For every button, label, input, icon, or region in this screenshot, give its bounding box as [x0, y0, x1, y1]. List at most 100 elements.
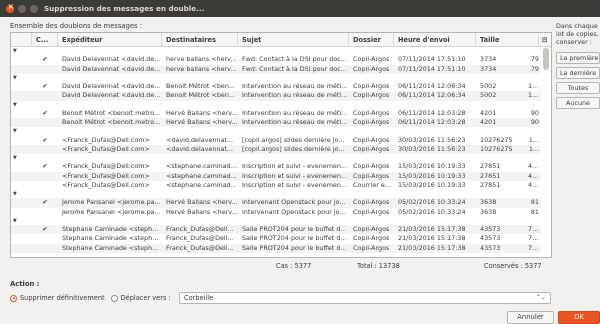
table-cell: David Delavennat <david.del... [62, 55, 162, 64]
table-cell: Hervé Ballans <herv... [166, 108, 238, 117]
table-row[interactable]: ✔ Jerome Pansanel <jerome.pa... Hervé Ball… [11, 198, 541, 208]
keep-check-cell[interactable]: ✔ [35, 225, 55, 234]
expand-arrow-icon[interactable]: ▼ [13, 47, 17, 55]
keep-all-button[interactable]: Toutes [556, 82, 600, 94]
column-header-recipients[interactable]: Destinataires [162, 33, 238, 47]
column-header-subject[interactable]: Sujet [238, 33, 349, 47]
table-cell: Copil-Argos [353, 144, 390, 153]
keep-none-button[interactable]: Aucune [556, 97, 600, 109]
column-header-expand[interactable] [11, 33, 32, 47]
table-cell: Franck_Dufas@Dell... [166, 234, 234, 243]
table-row[interactable]: Jerome Pansanel <jerome.pa... Hervé Balla… [11, 208, 541, 217]
scrollbar-thumb[interactable] [543, 48, 549, 70]
group-row[interactable]: ▼ [11, 154, 541, 162]
table-cell: Courrier e... [353, 180, 391, 189]
table-row[interactable]: ✔ David Delavennat <david.del... Benoit Mé… [11, 82, 541, 91]
table-cell: <stephane.caminad... [166, 171, 237, 180]
keep-first-button[interactable]: La première [556, 52, 600, 64]
table-cell: Copil-Argos [353, 207, 390, 216]
column-header-keep[interactable]: C... [32, 33, 58, 47]
minimize-window-icon[interactable] [18, 4, 26, 13]
delete-permanently-radio[interactable] [10, 294, 17, 302]
column-picker-icon[interactable]: ⊟ [539, 33, 551, 47]
keep-check-cell[interactable]: ✔ [35, 162, 55, 171]
table-row[interactable]: Benoit Métrot <benoit.metro... Hervé Ball… [11, 118, 541, 128]
table-row[interactable]: <Franck_Dufas@Dell.com> <stephane.caminad… [11, 171, 541, 181]
table-cell: Salle PROT204 pour le buffet d... [242, 234, 347, 243]
table-row[interactable]: <Franck_Dufas@Dell.com> <stephane.caminad… [11, 181, 541, 190]
keep-last-button[interactable]: La dernière [556, 67, 600, 79]
keep-check-cell[interactable]: ✔ [35, 136, 55, 145]
group-row[interactable]: ▼ [11, 217, 541, 225]
table-cell: <Franck_Dufas@Dell.com> [62, 162, 150, 171]
column-header-size[interactable]: Taille [476, 33, 539, 47]
column-header-folder[interactable]: Dossier [349, 33, 394, 47]
keep-policy-label: Dans chaque lot de copies, conserver : [556, 22, 599, 46]
table-row[interactable]: ✔ David Delavennat <david.del... herve bal… [11, 55, 541, 64]
table-cell: 21/03/2016 15:17:38 [398, 225, 466, 234]
group-row[interactable]: ▼ [11, 190, 541, 198]
table-row[interactable]: ✔ Stephane Caminade <stepha... Franck_Dufa… [11, 225, 541, 235]
table-row[interactable]: ✔ Benoit Métrot <benoit.metro... Hervé Bal… [11, 109, 541, 118]
table-cell: 81 [530, 207, 539, 216]
ok-button[interactable]: OK [558, 311, 600, 324]
table-cell: Franck_Dufas@Dell... [166, 243, 234, 252]
table-row[interactable]: ✔ <Franck_Dufas@Dell.com> <david.delavenna… [11, 136, 541, 145]
chevron-updown-icon: ⌃⌄ [535, 294, 546, 301]
action-label: Action : [10, 280, 40, 288]
maximize-window-icon[interactable] [30, 4, 38, 13]
summary-cases: Cas : 5377 [276, 262, 312, 270]
table-row[interactable]: <Franck_Dufas@Dell.com> <david.delavennat… [11, 144, 541, 155]
table-cell: Copil-Argos [353, 64, 390, 73]
table-cell: 4201 [480, 118, 497, 127]
table-cell: Copil-Argos [353, 171, 390, 180]
table-cell: Intervention au réseau de méti... [242, 91, 348, 100]
delete-permanently-label[interactable]: Supprimer définitivement [20, 294, 105, 302]
move-to-label[interactable]: Déplacer vers : [121, 294, 171, 302]
cancel-button[interactable]: Annuler [507, 311, 554, 324]
table-row[interactable]: Stephane Caminade <stepha... Franck_Dufas… [11, 243, 541, 253]
group-row[interactable]: ▼ [11, 127, 541, 135]
table-cell: Hervé Ballans <herv... [166, 207, 238, 216]
table-cell: Inscription et suivi - evenemen... [242, 162, 347, 171]
expand-arrow-icon[interactable]: ▼ [13, 217, 17, 225]
table-cell: 400 [528, 162, 541, 171]
close-window-icon[interactable] [6, 2, 14, 13]
destination-folder-select[interactable]: Corbeille ⌃⌄ [179, 292, 551, 304]
table-scrollbar[interactable] [543, 48, 549, 257]
table-cell: 30/03/2016 11:56:23 [398, 135, 466, 144]
table-row[interactable]: ✔ <Franck_Dufas@Dell.com> <stephane.camina… [11, 162, 541, 171]
expand-arrow-icon[interactable]: ▼ [13, 74, 17, 82]
expand-arrow-icon[interactable]: ▼ [13, 127, 17, 135]
table-row[interactable]: David Delavennat <david.del... herve ball… [11, 64, 541, 74]
keep-check-cell[interactable]: ✔ [35, 82, 55, 91]
table-cell: Intervention au réseau de méti... [242, 82, 348, 91]
table-row[interactable]: Stephane Caminade <stepha... Franck_Dufas… [11, 234, 541, 243]
table-cell: Inscription et suivi - evenemen... [242, 171, 347, 180]
expand-arrow-icon[interactable]: ▼ [13, 154, 17, 162]
table-cell: [copil.argos] slides dernière jo... [242, 135, 345, 144]
table-cell: <david.delavennat... [166, 135, 233, 144]
expand-arrow-icon[interactable]: ▼ [13, 101, 17, 109]
table-cell: Fwd: Contact à la DSI pour doc... [242, 64, 347, 73]
table-cell: <david.delavennat... [166, 144, 233, 153]
table-cell: 21/03/2016 15:17:38 [398, 243, 466, 252]
group-row[interactable]: ▼ [11, 74, 541, 82]
table-cell: Hervé Ballans <herv... [166, 198, 238, 207]
table-cell: 90 [530, 108, 539, 117]
group-row[interactable]: ▼ [11, 101, 541, 109]
column-header-date[interactable]: Heure d'envoi [394, 33, 476, 47]
move-to-radio[interactable] [110, 294, 118, 302]
keep-check-cell[interactable]: ✔ [35, 55, 55, 64]
expand-arrow-icon[interactable]: ▼ [13, 190, 17, 198]
keep-check-cell[interactable]: ✔ [35, 198, 55, 207]
keep-check-cell[interactable]: ✔ [35, 109, 55, 118]
table-cell: Jerome Pansanel <jerome.pa... [62, 198, 161, 207]
table-cell: Copil-Argos [353, 135, 390, 144]
group-row[interactable]: ▼ [11, 47, 541, 55]
table-row[interactable]: David Delavennat <david.del... Benoit Mét… [11, 91, 541, 101]
table-cell: 79 [530, 55, 539, 64]
column-header-sender[interactable]: Expéditeur [58, 33, 162, 47]
table-cell: 30/03/2016 11:56:23 [398, 144, 466, 153]
table-cell: David Delavennat <david.del... [62, 91, 162, 100]
